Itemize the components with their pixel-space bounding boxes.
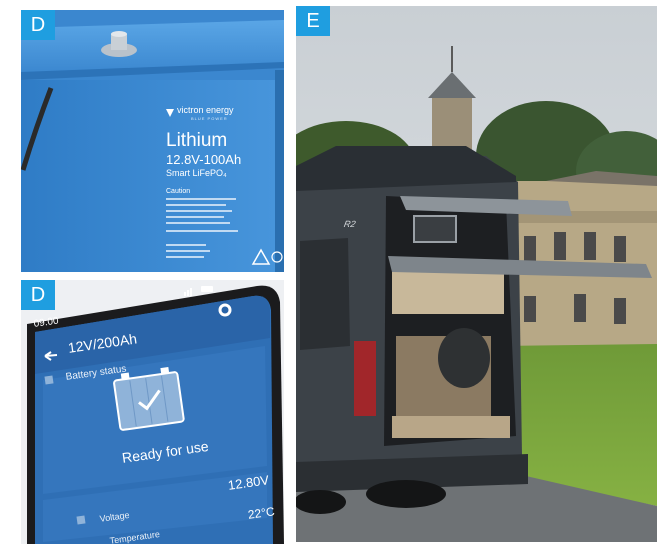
battery-subtitle: Smart LiFePO₄	[166, 168, 227, 178]
panel-label-e: E	[296, 6, 330, 36]
campervan-illustration	[296, 6, 657, 542]
battery-brand: victron energy	[177, 105, 234, 115]
battery-spec: 12.8V-100Ah	[166, 152, 242, 167]
campervan-photo-panel: E R2	[296, 6, 657, 542]
panel-label-d-bottom: D	[21, 280, 55, 310]
van-rear-badge: R2	[343, 219, 357, 229]
battery-product-name: Lithium	[166, 130, 228, 151]
panel-label-d-top: D	[21, 10, 55, 40]
battery-illustration	[21, 10, 284, 272]
phone-illustration	[27, 285, 284, 544]
battery-brand-tagline: BLUE POWER	[191, 116, 228, 121]
battery-photo-panel: D victron energy BLUE POWER Lithium 12.8…	[21, 10, 284, 272]
phone-app-panel: D 09:00 12V/200Ah Battery status Ready f…	[21, 280, 284, 544]
battery-caution-title: Caution	[166, 188, 191, 195]
